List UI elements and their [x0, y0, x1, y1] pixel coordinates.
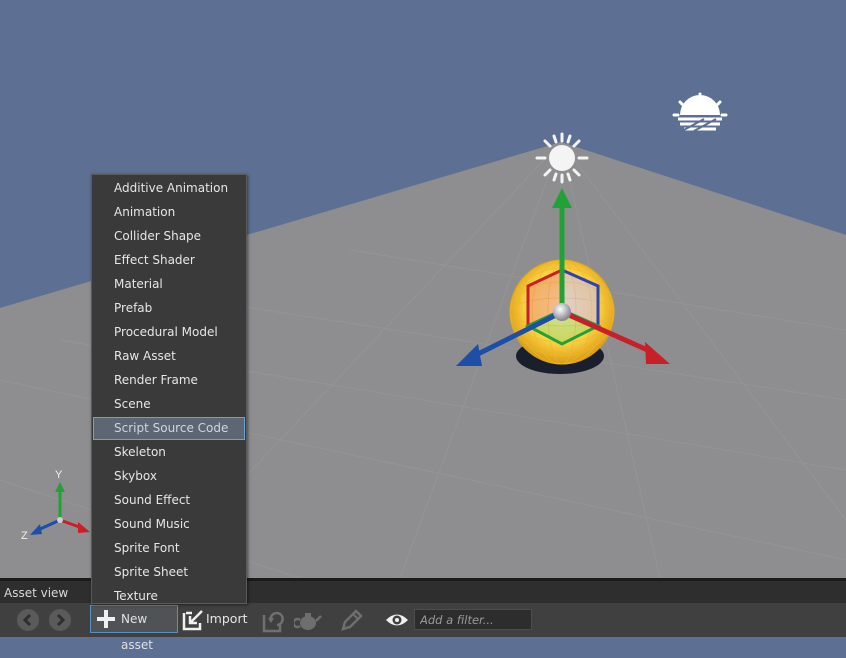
- back-button[interactable]: [17, 609, 39, 631]
- edit-button[interactable]: [338, 608, 364, 634]
- visibility-toggle[interactable]: [385, 611, 409, 629]
- menu-item-skeleton[interactable]: Skeleton: [93, 441, 245, 464]
- gizmo-center[interactable]: [553, 303, 571, 321]
- menu-item-scene[interactable]: Scene: [93, 393, 245, 416]
- menu-item-sprite-sheet[interactable]: Sprite Sheet: [93, 561, 245, 584]
- plus-icon: [97, 610, 115, 628]
- filter-input[interactable]: [414, 609, 532, 630]
- new-asset-menu: Additive Animation Animation Collider Shap…: [91, 174, 247, 604]
- axis-label-z: Z: [21, 530, 28, 542]
- back-icon: [22, 613, 32, 627]
- menu-item-texture[interactable]: Texture: [93, 585, 245, 608]
- menu-item-animation[interactable]: Animation: [93, 201, 245, 224]
- reimport-icon: [262, 611, 284, 633]
- point-light-icon[interactable]: [535, 132, 589, 184]
- menu-item-collider-shape[interactable]: Collider Shape: [93, 225, 245, 248]
- menu-item-sound-music[interactable]: Sound Music: [93, 513, 245, 536]
- menu-item-sound-effect[interactable]: Sound Effect: [93, 489, 245, 512]
- menu-item-additive-animation[interactable]: Additive Animation: [93, 177, 245, 200]
- new-asset-label: New asset: [121, 612, 153, 652]
- asset-toolbar: New asset Import: [0, 603, 846, 652]
- new-asset-button[interactable]: New asset: [90, 605, 178, 652]
- menu-item-skybox[interactable]: Skybox: [93, 465, 245, 488]
- menu-item-script-source-code[interactable]: Script Source Code: [93, 417, 245, 440]
- menu-item-procedural-model[interactable]: Procedural Model: [93, 321, 245, 344]
- eye-icon: [386, 614, 408, 626]
- forward-icon: [56, 613, 66, 627]
- import-icon: [182, 610, 203, 631]
- menu-item-raw-asset[interactable]: Raw Asset: [93, 345, 245, 368]
- menu-item-material[interactable]: Material: [93, 273, 245, 296]
- teapot-button[interactable]: [292, 609, 322, 633]
- menu-item-render-frame[interactable]: Render Frame: [93, 369, 245, 392]
- menu-item-sprite-font[interactable]: Sprite Font: [93, 537, 245, 560]
- axis-label-y: Y: [55, 469, 63, 481]
- menu-item-prefab[interactable]: Prefab: [93, 297, 245, 320]
- menu-item-effect-shader[interactable]: Effect Shader: [93, 249, 245, 272]
- teapot-icon: [292, 613, 322, 630]
- reimport-button[interactable]: [262, 609, 286, 633]
- edit-icon: [341, 609, 363, 631]
- forward-button[interactable]: [49, 609, 71, 631]
